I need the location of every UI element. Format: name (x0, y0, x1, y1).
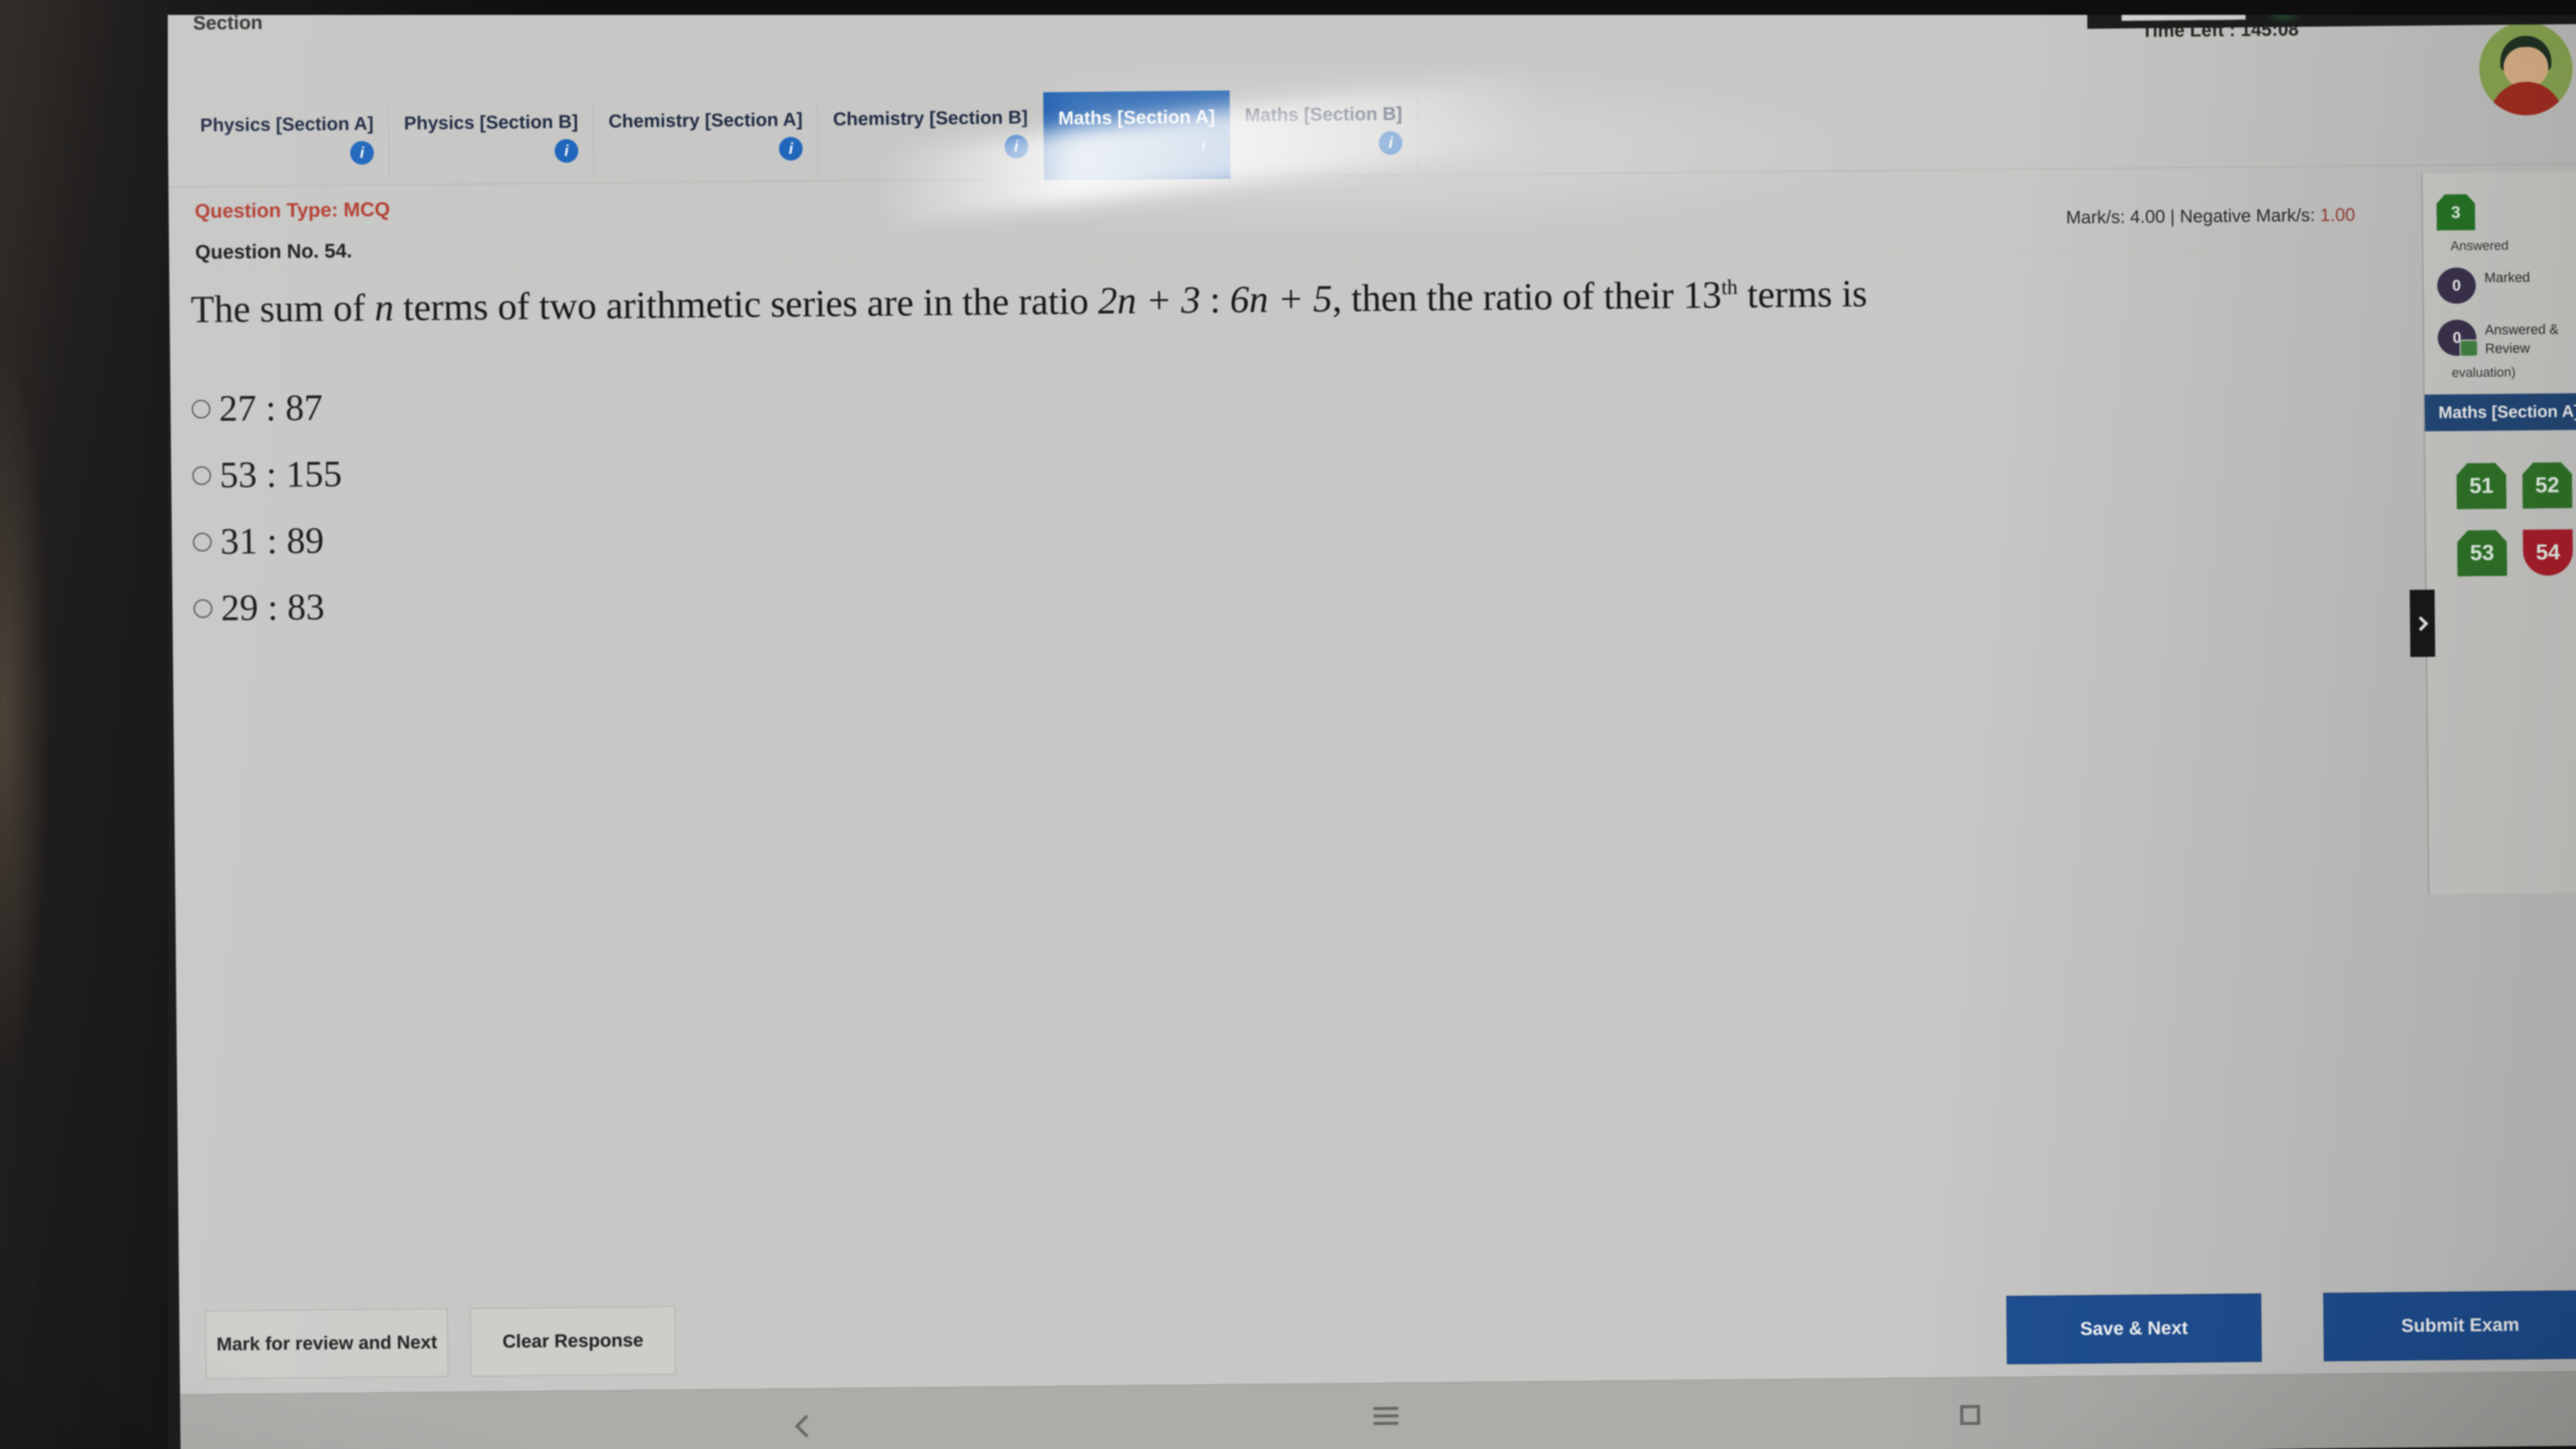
question-text-part-4: terms is (1737, 272, 1868, 316)
submit-exam-button[interactable]: Submit Exam (2323, 1290, 2576, 1361)
tab-label: Chemistry [Section B] (833, 107, 1028, 130)
option-4[interactable]: 29 : 83 (193, 574, 1561, 630)
question-type-label: Question Type: MCQ (195, 198, 390, 222)
legend-caption: evaluation) (2451, 365, 2516, 380)
tab-label: Maths [Section A] (1058, 106, 1216, 129)
answered-badge: 3 (2436, 194, 2475, 231)
tab-physics-section-b[interactable]: Physics [Section B] i (388, 103, 594, 181)
legend-label-marked: Marked (2484, 269, 2531, 286)
legend-item-marked: 0 Marked (2437, 267, 2576, 304)
palette-section-header: Maths [Section A] (2424, 393, 2576, 432)
photo-of-screen: JEE-09 2024 [1 1-25 ENGG] ⚙ Tools ▣ Ques… (0, 0, 2576, 1449)
save-and-next-button[interactable]: Save & Next (2006, 1293, 2262, 1364)
radio-button-icon[interactable] (193, 598, 213, 618)
info-icon[interactable]: i (350, 140, 374, 165)
question-ordinal-number: 13 (1682, 274, 1722, 317)
marks-info: Mark/s: 4.00 | Negative Mark/s: 1.00 (2066, 205, 2355, 228)
info-icon[interactable]: i (779, 137, 804, 161)
monitor-bezel-left (0, 0, 168, 1449)
answer-options: 27 : 87 53 : 155 31 : 89 29 : 83 (191, 375, 1561, 654)
marks-negative: 1.00 (2320, 205, 2355, 226)
option-label: 27 : 87 (219, 386, 323, 429)
option-label: 29 : 83 (221, 586, 325, 629)
option-label: 31 : 89 (220, 519, 324, 562)
question-ordinal-suffix: th (1721, 276, 1738, 299)
legend-item-answered-marked: 0 Answered & Review (2437, 319, 2576, 357)
question-ratio-a: 2n + 3 (1098, 279, 1201, 322)
legend-label-answered-marked: Answered & (2485, 321, 2559, 338)
info-icon[interactable]: i (554, 139, 579, 163)
palette-question-53[interactable]: 53 (2457, 530, 2508, 577)
tab-chemistry-section-b[interactable]: Chemistry [Section B] i (818, 98, 1044, 176)
menu-icon[interactable] (1373, 1406, 1401, 1434)
tab-maths-section-a[interactable]: Maths [Section A] i (1043, 90, 1231, 181)
legend-item-answered: 3 (2436, 193, 2576, 231)
radio-button-icon[interactable] (191, 399, 211, 419)
panel-collapse-handle[interactable] (2409, 590, 2436, 657)
back-icon[interactable] (794, 1414, 818, 1438)
chevron-right-icon (2413, 616, 2429, 631)
question-text: The sum of n terms of two arithmetic ser… (191, 267, 2242, 334)
exam-application-screen: JEE-09 2024 [1 1-25 ENGG] ⚙ Tools ▣ Ques… (167, 0, 2576, 1449)
tab-chemistry-section-a[interactable]: Chemistry [Section A] i (593, 100, 819, 179)
option-2[interactable]: 53 : 155 (192, 441, 1560, 497)
question-palette-panel: 3 Answered 0 Marked 0 Answered & Review … (2421, 171, 2576, 895)
tab-label: Physics [Section B] (403, 111, 579, 134)
section-label: Section (193, 11, 263, 34)
tab-label: Physics [Section A] (199, 113, 374, 136)
question-number-palette: 51 52 53 54 (2425, 430, 2576, 577)
tab-physics-section-a[interactable]: Physics [Section A] i (185, 104, 390, 183)
radio-button-icon[interactable] (192, 465, 211, 485)
question-colon: : (1200, 278, 1231, 322)
palette-question-52[interactable]: 52 (2522, 462, 2572, 509)
clear-response-button[interactable]: Clear Response (470, 1306, 676, 1377)
legend-label-answered: Answered (2450, 238, 2509, 254)
avatar-body (2489, 81, 2564, 116)
mark-for-review-and-next-button[interactable]: Mark for review and Next (205, 1308, 449, 1379)
option-label: 53 : 155 (219, 453, 342, 496)
tab-label: Maths [Section B] (1244, 103, 1403, 126)
info-icon[interactable]: i (1378, 130, 1403, 155)
avatar-face (2503, 47, 2549, 87)
question-text-part-1: The sum of (190, 286, 375, 331)
user-avatar-icon[interactable] (2478, 21, 2574, 116)
question-number-label: Question No. 54. (195, 239, 352, 263)
monitor-bezel-top (168, 0, 2576, 15)
tab-label: Chemistry [Section A] (608, 109, 803, 132)
question-text-part-2: terms of two arithmetic series are in th… (393, 280, 1099, 329)
question-ratio-b: 6n + 5 (1229, 278, 1332, 321)
recents-icon[interactable] (1960, 1404, 1981, 1425)
palette-question-51[interactable]: 51 (2456, 463, 2506, 510)
radio-button-icon[interactable] (193, 532, 212, 552)
info-icon[interactable]: i (1191, 134, 1215, 158)
answered-marked-badge: 0 (2437, 319, 2477, 356)
option-1[interactable]: 27 : 87 (191, 375, 1559, 431)
marked-badge: 0 (2437, 267, 2477, 304)
option-3[interactable]: 31 : 89 (193, 508, 1561, 564)
divider (195, 249, 2234, 269)
palette-question-54[interactable]: 54 (2523, 529, 2574, 576)
legend-label-answered-marked-2: Review (2485, 340, 2530, 357)
question-text-part-3: , then the ratio of their (1332, 274, 1684, 321)
status-legend: 3 Answered 0 Marked 0 Answered & Review … (2422, 172, 2576, 381)
marks-positive: Mark/s: 4.00 | Negative Mark/s: (2066, 205, 2321, 228)
info-icon[interactable]: i (1004, 134, 1029, 159)
question-variable-n: n (374, 286, 394, 329)
tab-maths-section-b[interactable]: Maths [Section B] i (1229, 94, 1419, 173)
